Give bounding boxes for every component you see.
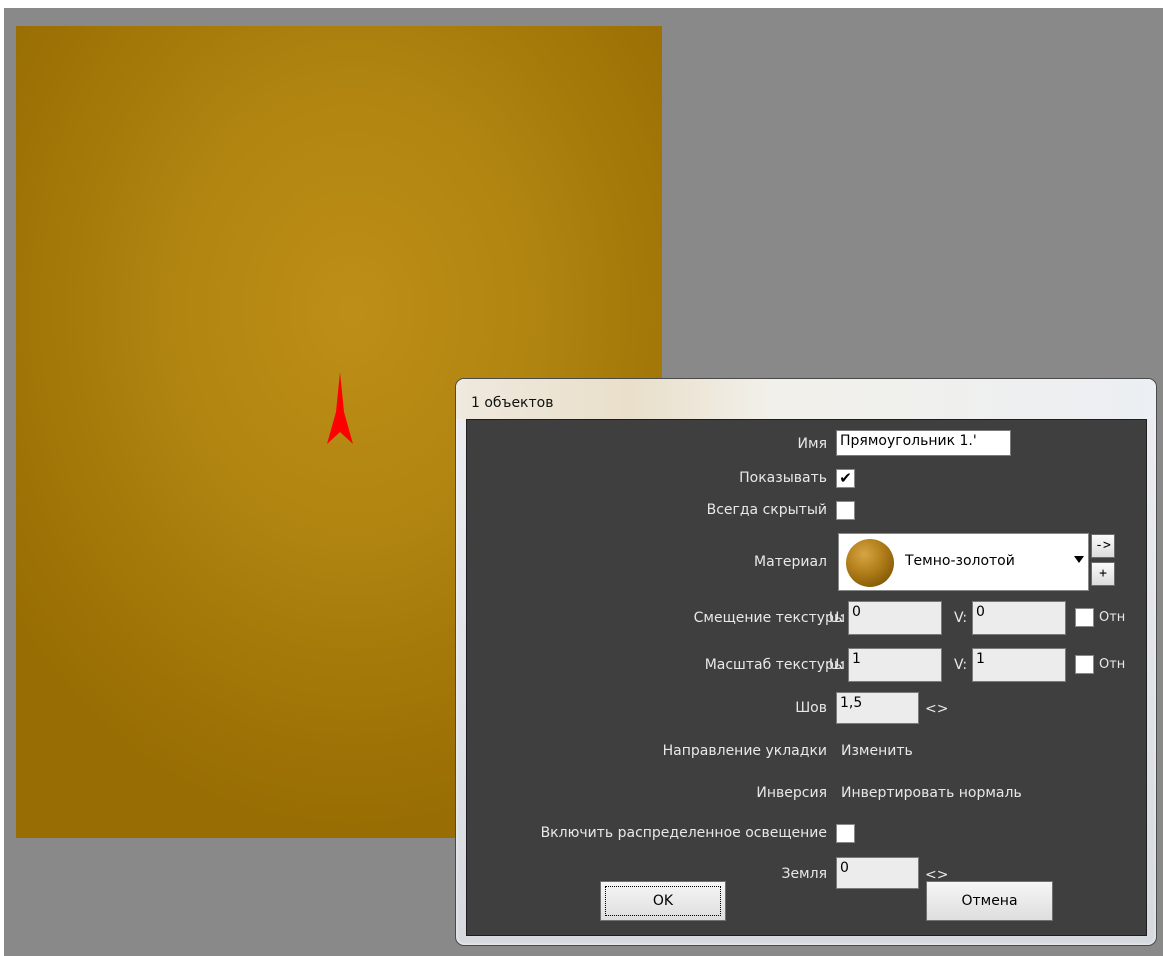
- scale-u-input[interactable]: 1: [848, 648, 942, 682]
- scale-v-input[interactable]: 1: [972, 648, 1066, 682]
- name-input[interactable]: Прямоугольник 1.': [836, 430, 1011, 456]
- offset-v-label: V:: [954, 610, 968, 626]
- distributed-light-checkbox[interactable]: [836, 824, 855, 843]
- name-label: Имя: [797, 436, 827, 452]
- show-label: Показывать: [739, 470, 827, 486]
- chevron-down-icon: [1074, 556, 1084, 563]
- seam-spinner[interactable]: <>: [925, 701, 948, 717]
- offset-v-input[interactable]: 0: [972, 601, 1066, 635]
- material-add-button[interactable]: +: [1091, 562, 1115, 586]
- scale-u-label: U:: [829, 657, 844, 673]
- direction-change-button[interactable]: Изменить: [841, 743, 913, 759]
- texture-scale-label: Масштаб текстуры: [704, 657, 845, 673]
- ground-label: Земля: [781, 866, 827, 882]
- material-select[interactable]: Темно-золотой: [838, 533, 1089, 591]
- material-name: Темно-золотой: [905, 553, 1015, 569]
- ground-input[interactable]: 0: [836, 857, 919, 889]
- invert-normal-button[interactable]: Инвертировать нормаль: [841, 785, 1022, 801]
- dialog-title: 1 объектов: [471, 395, 554, 411]
- scale-relative-label: Отн: [1099, 657, 1126, 672]
- cancel-button[interactable]: Отмена: [926, 881, 1053, 921]
- scale-v-label: V:: [954, 657, 968, 673]
- always-hidden-label: Всегда скрытый: [706, 502, 827, 518]
- offset-relative-label: Отн: [1099, 610, 1126, 625]
- seam-input[interactable]: 1,5: [836, 692, 919, 724]
- object-properties-dialog: 1 объектов Имя Прямоугольник 1.' Показыв…: [455, 378, 1157, 946]
- material-sphere-icon: [846, 539, 894, 587]
- scale-relative-checkbox[interactable]: [1075, 655, 1094, 674]
- offset-u-label: U:: [829, 610, 844, 626]
- direction-arrow-icon: [327, 372, 353, 444]
- direction-label: Направление укладки: [662, 743, 827, 759]
- show-checkbox[interactable]: ✔: [836, 469, 855, 488]
- material-goto-button[interactable]: ->: [1091, 534, 1115, 558]
- properties-panel: Имя Прямоугольник 1.' Показывать ✔ Всегд…: [466, 419, 1147, 936]
- offset-u-input[interactable]: 0: [848, 601, 942, 635]
- material-label: Материал: [754, 554, 827, 570]
- ok-button[interactable]: OK: [600, 881, 726, 921]
- texture-offset-label: Смещение текстуры: [693, 610, 845, 626]
- always-hidden-checkbox[interactable]: [836, 501, 855, 520]
- distributed-light-label: Включить распределенное освещение: [540, 825, 827, 841]
- seam-label: Шов: [795, 700, 827, 716]
- inversion-label: Инверсия: [756, 785, 827, 801]
- offset-relative-checkbox[interactable]: [1075, 608, 1094, 627]
- dialog-titlebar[interactable]: 1 объектов: [456, 379, 1156, 419]
